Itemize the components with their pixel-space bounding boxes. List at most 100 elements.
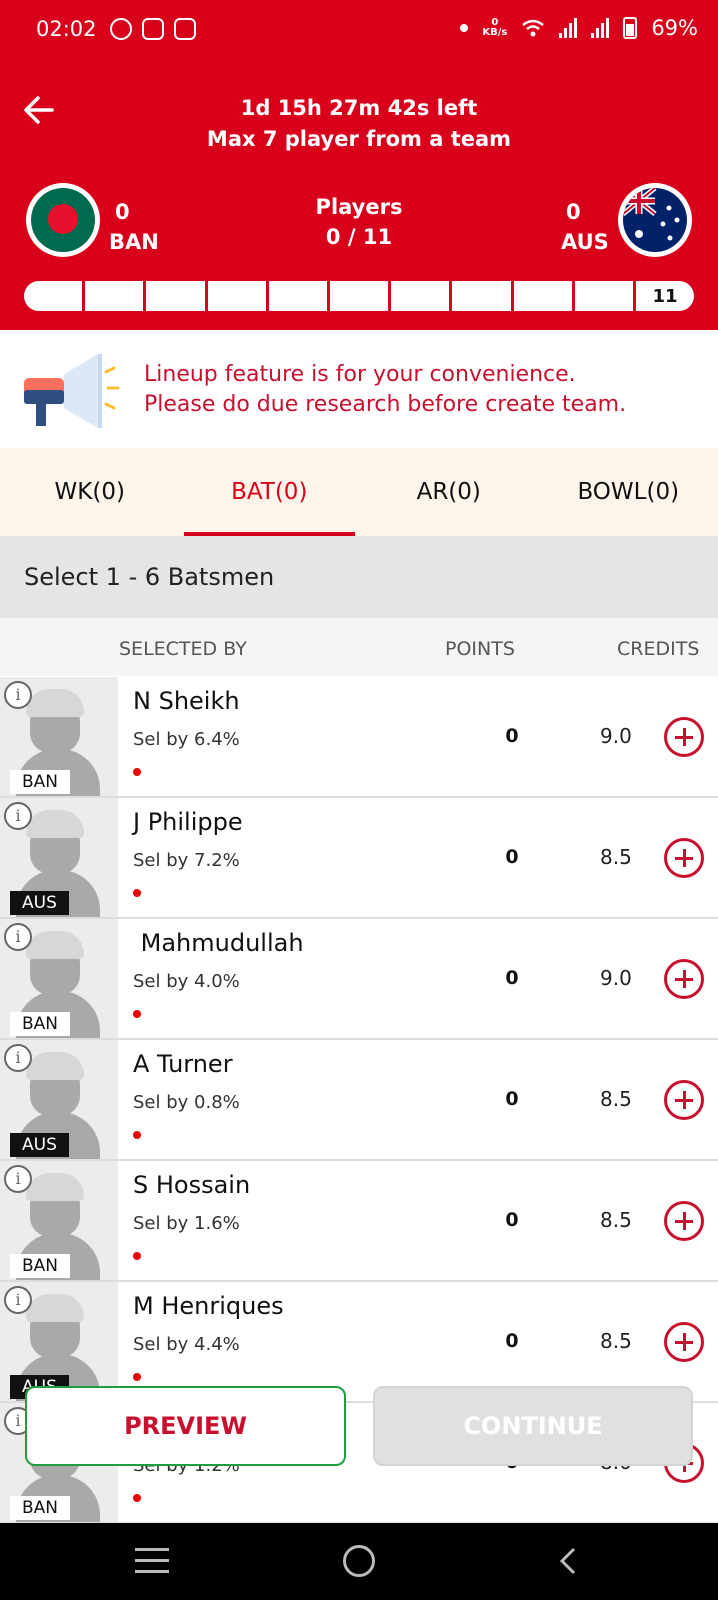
info-icon[interactable]: i xyxy=(4,1044,32,1072)
add-player-icon[interactable] xyxy=(664,717,704,757)
home-icon[interactable] xyxy=(343,1545,375,1577)
player-row[interactable]: i AUS A Turner Sel by 0.8% 0 8.5 xyxy=(0,1040,718,1161)
progress-max-label: 11 xyxy=(652,285,678,307)
tab-bat[interactable]: BAT(0) xyxy=(180,448,360,536)
net-speed: 0 KB/s xyxy=(482,18,507,38)
add-player-icon[interactable] xyxy=(664,1201,704,1241)
status-time: 02:02 xyxy=(36,17,97,41)
player-points: 0 xyxy=(505,1330,519,1352)
megaphone-icon xyxy=(24,354,120,428)
notification-icons xyxy=(110,18,196,40)
signal-icon xyxy=(559,18,578,38)
player-selected-by: Sel by 4.0% xyxy=(133,971,240,992)
player-team-badge: BAN xyxy=(10,1496,71,1520)
player-credits: 8.5 xyxy=(600,1329,632,1353)
android-nav-bar xyxy=(0,1523,718,1600)
player-name: M Henriques xyxy=(133,1292,284,1320)
player-name: J Philippe xyxy=(133,808,243,836)
notice-line-2: Please do due research before create tea… xyxy=(144,392,627,417)
lineup-status-dot xyxy=(133,1010,141,1018)
player-points: 0 xyxy=(505,967,519,989)
lineup-status-dot xyxy=(133,889,141,897)
player-points: 0 xyxy=(505,1088,519,1110)
status-bar: 02:02 0 KB/s 69% xyxy=(0,0,718,60)
deadline-countdown: 1d 15h 27m 42s left xyxy=(240,96,478,120)
team-limit-rule: Max 7 player from a team xyxy=(206,127,512,151)
battery-icon xyxy=(623,17,638,39)
add-player-icon[interactable] xyxy=(664,1080,704,1120)
tab-bowl[interactable]: BOWL(0) xyxy=(539,448,718,536)
col-points[interactable]: POINTS xyxy=(445,638,515,660)
col-credits[interactable]: CREDITS xyxy=(617,638,699,660)
role-tabs: WK(0) BAT(0) AR(0) BOWL(0) xyxy=(0,448,718,536)
player-credits: 8.5 xyxy=(600,1208,632,1232)
preview-button[interactable]: PREVIEW xyxy=(25,1386,346,1466)
whatsapp-icon xyxy=(110,18,132,40)
players-label: Players xyxy=(315,195,403,219)
team-builder-screen: 02:02 0 KB/s 69% 1d 15h 27m 42s left Max… xyxy=(0,0,718,1600)
nav-back-icon[interactable] xyxy=(558,1547,578,1575)
player-row[interactable]: i BAN N Sheikh Sel by 6.4% 0 9.0 xyxy=(0,677,718,798)
player-points: 0 xyxy=(505,725,519,747)
player-team-badge: AUS xyxy=(10,891,69,915)
info-icon[interactable]: i xyxy=(4,1165,32,1193)
player-team-badge: AUS xyxy=(10,1133,69,1157)
notice-line-1: Lineup feature is for your convenience. xyxy=(144,362,576,387)
aus-team-name: AUS xyxy=(561,230,609,254)
player-credits: 9.0 xyxy=(600,724,632,748)
info-icon[interactable]: i xyxy=(4,802,32,830)
add-player-icon[interactable] xyxy=(664,838,704,878)
player-selected-by: Sel by 0.8% xyxy=(133,1092,240,1113)
team-progress-bar: 11 xyxy=(24,281,694,311)
player-team-badge: BAN xyxy=(10,770,71,794)
players-count: 0 / 11 xyxy=(325,225,393,249)
col-selected-by[interactable]: SELECTED BY xyxy=(119,638,247,660)
player-name: N Sheikh xyxy=(133,687,240,715)
lineup-status-dot xyxy=(133,1252,141,1260)
player-team-badge: BAN xyxy=(10,1012,71,1036)
tab-wk[interactable]: WK(0) xyxy=(0,448,180,536)
net-speed-unit: KB/s xyxy=(482,27,508,38)
lineup-status-dot xyxy=(133,1131,141,1139)
player-credits: 9.0 xyxy=(600,966,632,990)
signal-icon-2 xyxy=(591,18,610,38)
player-name: S Hossain xyxy=(133,1171,251,1199)
continue-button[interactable]: CONTINUE xyxy=(373,1386,693,1466)
add-player-icon[interactable] xyxy=(664,1322,704,1362)
header: 02:02 0 KB/s 69% 1d 15h 27m 42s left Max… xyxy=(0,0,718,330)
player-name: Mahmudullah xyxy=(133,929,304,957)
column-header: SELECTED BY POINTS CREDITS xyxy=(0,618,718,676)
player-row[interactable]: i AUS M Henriques Sel by 4.4% 0 8.5 xyxy=(0,1282,718,1403)
player-team-badge: BAN xyxy=(10,1254,71,1278)
add-player-icon[interactable] xyxy=(664,959,704,999)
player-selected-by: Sel by 4.4% xyxy=(133,1334,240,1355)
player-selected-by: Sel by 6.4% xyxy=(133,729,240,750)
battery-percent: 69% xyxy=(651,16,698,40)
notification-dot-icon xyxy=(460,24,469,32)
player-row[interactable]: i BAN Mahmudullah Sel by 4.0% 0 9.0 xyxy=(0,919,718,1040)
info-icon[interactable]: i xyxy=(4,1286,32,1314)
player-points: 0 xyxy=(505,846,519,868)
lineup-status-dot xyxy=(133,1373,141,1381)
aus-flag-icon xyxy=(618,183,692,257)
lineup-notice: Lineup feature is for your convenience. … xyxy=(0,330,718,448)
aus-selected-count: 0 xyxy=(566,200,581,224)
player-credits: 8.5 xyxy=(600,845,632,869)
status-right: 0 KB/s 69% xyxy=(460,16,698,40)
player-selected-by: Sel by 1.6% xyxy=(133,1213,240,1234)
player-points: 0 xyxy=(505,1209,519,1231)
lineup-status-dot xyxy=(133,1494,141,1502)
info-icon[interactable]: i xyxy=(4,681,32,709)
tab-ar[interactable]: AR(0) xyxy=(359,448,539,536)
player-row[interactable]: i AUS J Philippe Sel by 7.2% 0 8.5 xyxy=(0,798,718,919)
info-icon[interactable]: i xyxy=(4,923,32,951)
recent-apps-icon[interactable] xyxy=(135,1548,169,1574)
lineup-status-dot xyxy=(133,768,141,776)
calendar-icon xyxy=(174,18,196,40)
player-credits: 8.5 xyxy=(600,1087,632,1111)
player-row[interactable]: i BAN S Hossain Sel by 1.6% 0 8.5 xyxy=(0,1161,718,1282)
player-name: A Turner xyxy=(133,1050,233,1078)
instagram-icon xyxy=(142,18,164,40)
player-selected-by: Sel by 7.2% xyxy=(133,850,240,871)
wifi-icon xyxy=(522,19,545,37)
